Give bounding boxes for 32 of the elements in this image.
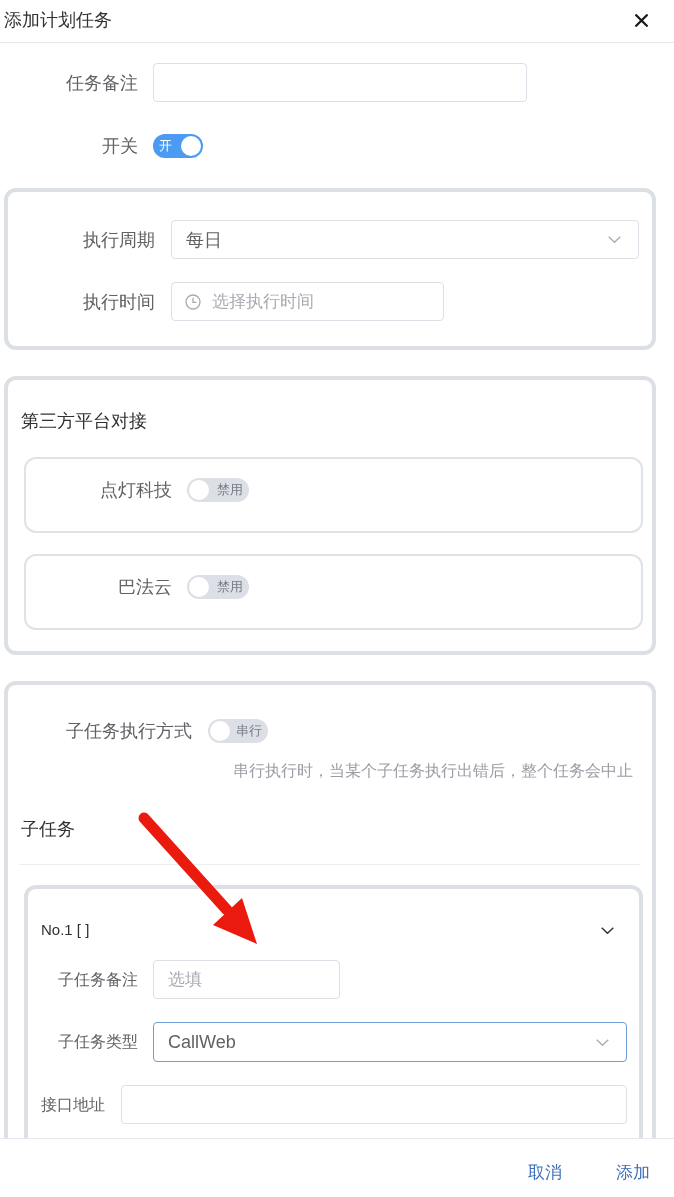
toggle-switch[interactable]: 禁用	[187, 575, 249, 599]
text-input-field[interactable]	[121, 1085, 627, 1124]
toggle-switch[interactable]: 开	[153, 134, 203, 158]
field-label: 任务备注	[66, 71, 138, 95]
section-title: 子任务	[21, 818, 75, 841]
field-label: 接口地址	[41, 1094, 105, 1115]
clock-icon	[185, 294, 201, 310]
toggle-switch[interactable]: 串行	[208, 719, 268, 743]
close-icon	[635, 13, 648, 27]
chevron-down-icon	[608, 236, 621, 243]
chevron-down-icon	[596, 1038, 609, 1046]
time-picker-field[interactable]: 选择执行时间	[171, 282, 444, 321]
chevron-down-icon[interactable]	[601, 926, 614, 934]
section-title: 第三方平台对接	[21, 410, 147, 433]
field-label: 子任务备注	[58, 969, 138, 990]
field-label: 子任务执行方式	[66, 720, 192, 743]
select-field[interactable]: 每日	[171, 220, 639, 259]
footer-button[interactable]: 添加	[608, 1158, 658, 1187]
text-input-field[interactable]: 选填	[153, 960, 340, 999]
field-label: 执行时间	[83, 290, 155, 314]
field-label: 开关	[102, 135, 138, 158]
hint-text: 串行执行时，当某个子任务执行出错后，整个任务会中止	[233, 761, 633, 781]
subtask-heading: No.1 [ ]	[41, 920, 90, 940]
text-input-field[interactable]	[153, 63, 527, 102]
dialog-title: 添加计划任务	[4, 9, 112, 32]
field-label: 子任务类型	[58, 1032, 138, 1052]
platform-label: 巴法云	[118, 576, 172, 599]
field-label: 执行周期	[83, 228, 155, 252]
select-field[interactable]: CallWeb	[153, 1022, 627, 1062]
toggle-switch[interactable]: 禁用	[187, 478, 249, 502]
footer-button[interactable]: 取消	[520, 1158, 570, 1187]
platform-label: 点灯科技	[100, 479, 172, 502]
